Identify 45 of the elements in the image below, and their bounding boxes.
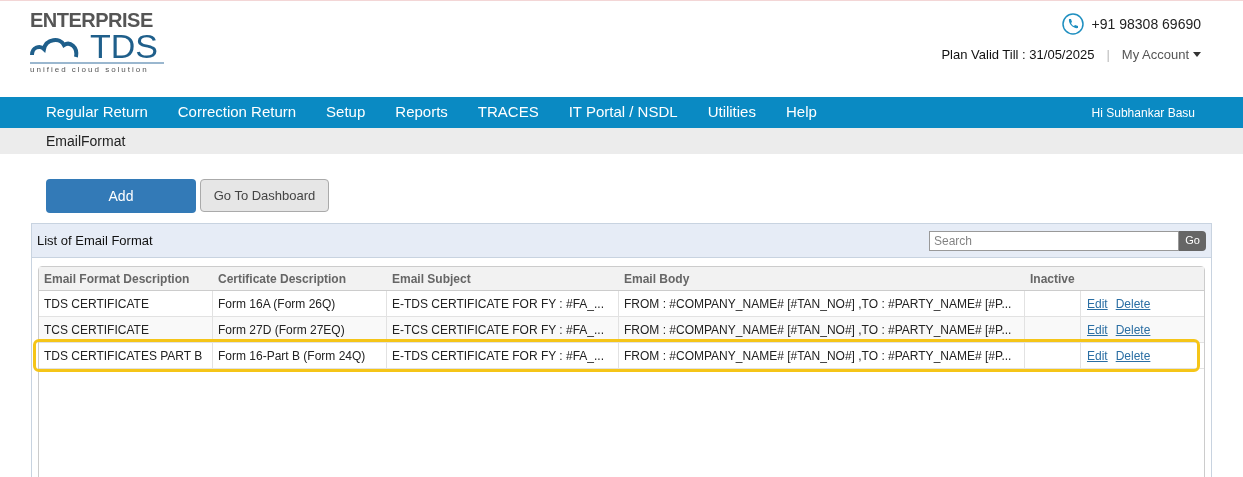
nav-item[interactable]: Regular Return [46, 101, 148, 124]
nav-item[interactable]: Correction Return [177, 101, 297, 124]
breadcrumb: EmailFormat [46, 131, 126, 151]
table-cell: E-TDS CERTIFICATE FOR FY : #FA_... [387, 291, 619, 316]
go-button[interactable]: Go [1179, 230, 1206, 251]
column-header: Email Body [623, 270, 691, 288]
table-cell: E-TDS CERTIFICATE FOR FY : #FA_... [387, 343, 619, 368]
my-account-menu[interactable]: My Account [1121, 45, 1201, 65]
nav-item[interactable]: Setup [326, 101, 366, 124]
table-cell: TDS CERTIFICATES PART B [39, 343, 213, 368]
delete-link[interactable]: Delete [1115, 320, 1151, 339]
add-button[interactable]: Add [46, 179, 196, 213]
column-header: Email Format Description [43, 270, 191, 288]
user-greeting: Hi Subhankar Basu [1091, 104, 1196, 122]
edit-link[interactable]: Edit [1087, 294, 1108, 313]
table-cell: Form 16A (Form 26Q) [213, 291, 387, 316]
table-cell: Form 27D (Form 27EQ) [213, 317, 387, 342]
dashboard-button[interactable]: Go To Dashboard [200, 179, 329, 212]
nav-item[interactable]: TRACES [477, 101, 539, 124]
nav-item[interactable]: Reports [395, 101, 448, 124]
table-cell: Form 16-Part B (Form 24Q) [213, 343, 387, 368]
edit-link[interactable]: Edit [1087, 346, 1108, 365]
delete-link[interactable]: Delete [1115, 294, 1151, 313]
logo: ENTERPRISE TDS unified cloud solution [30, 9, 164, 97]
column-header: Email Subject [391, 270, 472, 288]
delete-link[interactable]: Delete [1115, 346, 1151, 365]
nav-item[interactable]: Help [785, 101, 817, 124]
column-header: Certificate Description [217, 270, 348, 288]
nav-item[interactable]: IT Portal / NSDL [568, 101, 678, 124]
table-cell: FROM : #COMPANY_NAME# [#TAN_NO#] ,TO : #PARTY_NAME# [#P... [619, 291, 1025, 316]
table-cell: TDS CERTIFICATE [39, 291, 213, 316]
plan-validity: Plan Valid Till : 31/05/2025 [941, 46, 1095, 64]
panel-title: List of Email Format [37, 231, 153, 250]
nav-item[interactable]: Utilities [707, 101, 756, 124]
phone-number: +91 98308 69690 [1091, 14, 1201, 34]
caret-icon [1193, 52, 1201, 58]
table-cell: TCS CERTIFICATE [39, 317, 213, 342]
separator: | [1106, 46, 1110, 64]
column-header: Inactive [1029, 270, 1076, 288]
edit-link[interactable]: Edit [1087, 320, 1108, 339]
phone-icon [1061, 13, 1084, 35]
table-cell: E-TCS CERTIFICATE FOR FY : #FA_... [387, 317, 619, 342]
table-cell: FROM : #COMPANY_NAME# [#TAN_NO#] ,TO : #PARTY_NAME# [#P... [619, 317, 1025, 342]
table-cell: FROM : #COMPANY_NAME# [#TAN_NO#] ,TO : #PARTY_NAME# [#P... [619, 343, 1025, 368]
search-field[interactable]: Search [929, 230, 1179, 251]
